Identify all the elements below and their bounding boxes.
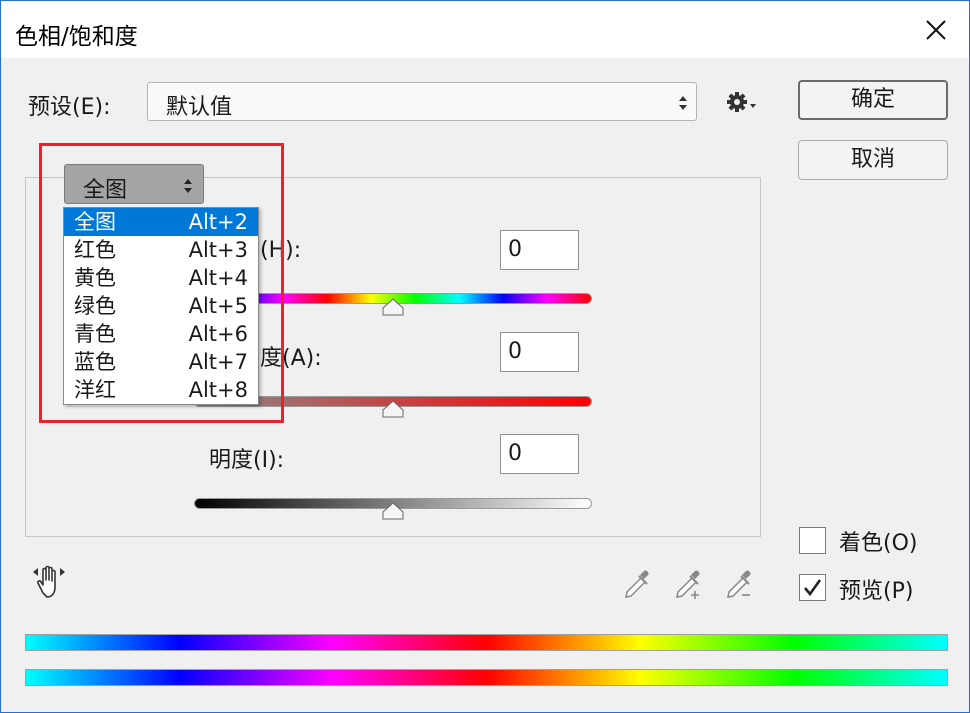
preview-label: 预览(P)	[839, 579, 914, 604]
hue-slider-thumb[interactable]	[382, 298, 404, 316]
preset-value: 默认值	[166, 95, 233, 120]
gear-icon[interactable]	[725, 89, 761, 115]
updown-arrows-icon	[679, 96, 687, 110]
eyedropper-icon[interactable]	[621, 564, 657, 602]
output-color-spectrum-bar	[25, 669, 948, 686]
ok-button[interactable]: 确定	[798, 80, 948, 120]
input-color-spectrum-bar	[25, 634, 948, 651]
hue-saturation-dialog: 色相/饱和度 预设(E): 默认值 确定 取消 (H): 0 度(A): 0 明…	[0, 0, 970, 713]
eyedropper-plus-icon[interactable]	[672, 564, 708, 602]
title-bar: 色相/饱和度	[1, 1, 969, 58]
annotation-highlight-box	[39, 143, 284, 423]
eyedropper-minus-icon[interactable]	[723, 564, 759, 602]
colorize-label: 着色(O)	[839, 531, 918, 556]
lightness-slider-thumb[interactable]	[382, 502, 404, 520]
checkmark-icon	[804, 579, 822, 597]
hue-input[interactable]: 0	[500, 230, 579, 270]
cancel-button[interactable]: 取消	[798, 140, 948, 180]
lightness-label: 明度(I):	[209, 448, 285, 473]
preset-label: 预设(E):	[28, 95, 111, 120]
saturation-input[interactable]: 0	[500, 332, 579, 372]
hand-adjust-icon[interactable]	[30, 563, 68, 601]
close-button[interactable]	[903, 1, 969, 58]
close-icon	[926, 19, 946, 40]
preview-checkbox[interactable]	[799, 574, 826, 601]
preset-select[interactable]: 默认值	[147, 82, 697, 121]
dialog-title: 色相/饱和度	[15, 24, 138, 50]
colorize-checkbox[interactable]	[799, 527, 826, 554]
saturation-slider-thumb[interactable]	[382, 400, 404, 418]
lightness-input[interactable]: 0	[500, 434, 579, 474]
